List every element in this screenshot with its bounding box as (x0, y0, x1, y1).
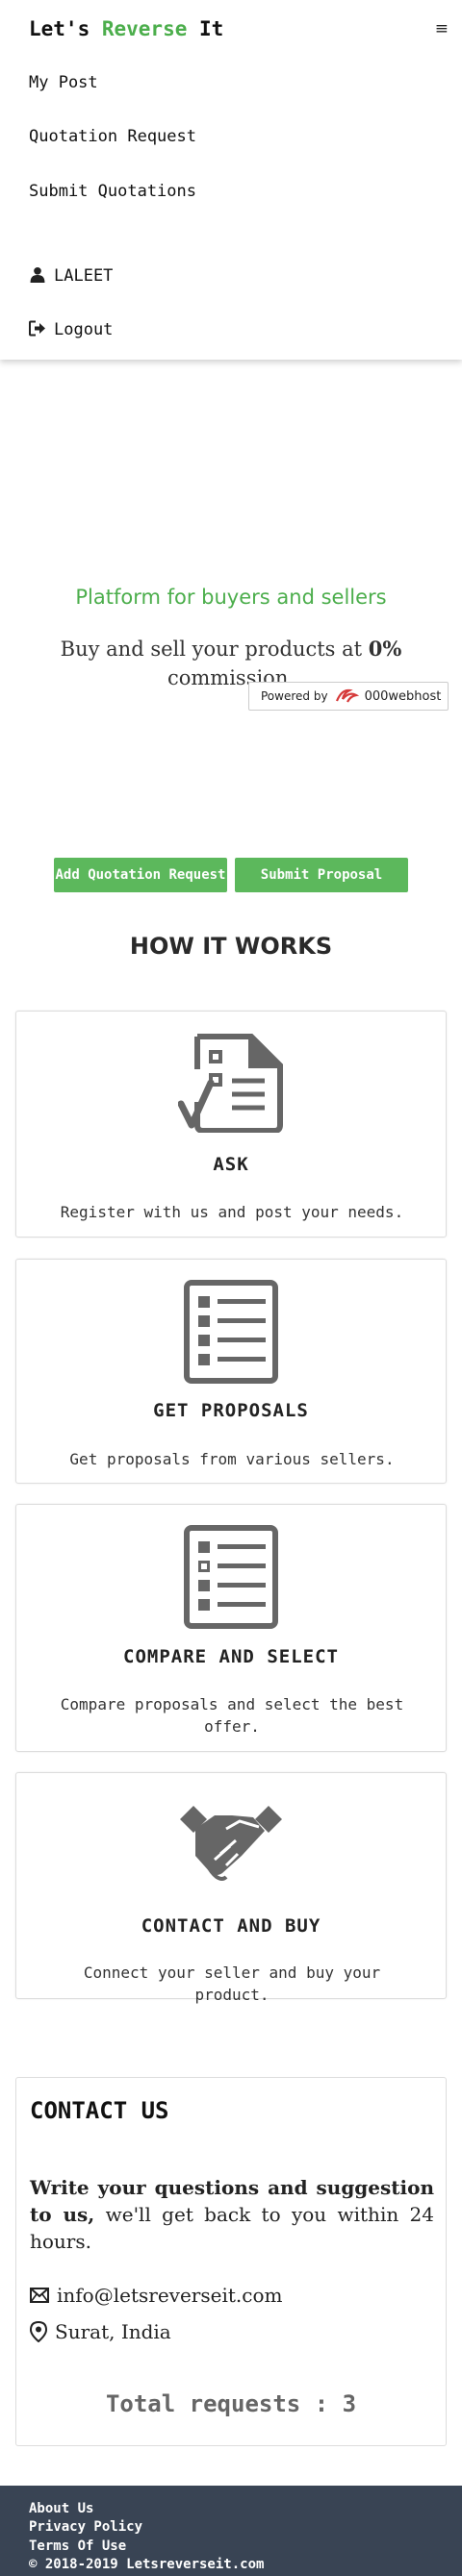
logout-icon (29, 320, 45, 337)
map-marker-icon (30, 2321, 47, 2342)
powered-by-label: Powered by (261, 689, 328, 703)
envelope-icon (30, 2288, 49, 2303)
powered-by-host: 000webhost (364, 688, 442, 704)
brand-text-3: It (187, 17, 224, 40)
powered-by-badge[interactable]: Powered by 000webhost (248, 682, 449, 711)
footer: About Us Privacy Policy Terms Of Use © 2… (0, 2486, 462, 2576)
footer-terms-link[interactable]: Terms Of Use (29, 2538, 126, 2554)
contact-section: CONTACT US Write your questions and sugg… (15, 2077, 447, 2446)
contact-message: Write your questions and suggestion to u… (30, 2174, 434, 2255)
user-icon (30, 266, 45, 283)
contact-location-text: Surat, India (55, 2320, 171, 2343)
step-title: ASK (213, 1154, 249, 1175)
step-text: Compare proposals and select the best of… (60, 1695, 404, 1736)
step-card-get-proposals: GET PROPOSALS Get proposals from various… (15, 1259, 447, 1484)
step-text: Connect your seller and buy your product… (83, 1963, 381, 2004)
nav-item-my-post[interactable]: My Post (29, 73, 98, 92)
footer-copyright: © 2018-2019 Letsreverseit.com (29, 2557, 265, 2572)
contact-email-text: info@letsreverseit.com (57, 2284, 283, 2307)
step-text: Register with us and post your needs. (60, 1203, 404, 1221)
step-text: Get proposals from various sellers. (69, 1450, 395, 1468)
hero-subtitle-text: Buy and sell your products at (60, 638, 369, 661)
step-card-contact-and-buy: CONTACT AND BUY Connect your seller and … (15, 1772, 447, 2004)
step-title: CONTACT AND BUY (141, 1915, 321, 1937)
handshake-icon (180, 1806, 282, 1881)
footer-about-link[interactable]: About Us (29, 2501, 93, 2516)
nav-item-logout[interactable]: Logout (29, 320, 113, 339)
checklist-icon (184, 1525, 278, 1629)
brand-logo[interactable]: Let's Reverse It (29, 17, 223, 40)
logout-label: Logout (54, 320, 114, 339)
submit-proposal-button[interactable]: Submit Proposal (235, 858, 408, 892)
add-quotation-request-button[interactable]: Add Quotation Request (54, 858, 227, 892)
nav-item-user[interactable]: LALEET (29, 266, 113, 286)
hamburger-menu-icon[interactable]: ≡ (435, 19, 449, 38)
contact-title: CONTACT US (30, 2097, 169, 2124)
user-name: LALEET (54, 266, 114, 286)
brand-text-1: Let's (29, 17, 102, 40)
step-title: COMPARE AND SELECT (123, 1646, 339, 1667)
contact-location: Surat, India (30, 2320, 171, 2343)
webhost-logo-icon (335, 688, 359, 703)
nav-item-submit-quotations[interactable]: Submit Quotations (29, 182, 196, 201)
step-card-ask: ASK Register with us and post your needs… (15, 1011, 447, 1238)
nav-item-quotation-request[interactable]: Quotation Request (29, 127, 196, 146)
hero-subtitle-bold: 0% (368, 637, 402, 661)
document-check-icon (178, 1034, 283, 1133)
contact-email[interactable]: info@letsreverseit.com (30, 2284, 282, 2307)
step-card-compare-and-select: COMPARE AND SELECT Compare proposals and… (15, 1504, 447, 1752)
total-requests: Total requests : 3 (105, 2390, 357, 2417)
hero-title: Platform for buyers and sellers (75, 586, 387, 609)
list-icon (184, 1280, 278, 1384)
step-title: GET PROPOSALS (153, 1400, 309, 1421)
navbar: Let's Reverse It ≡ My Post Quotation Req… (0, 0, 462, 360)
how-it-works-heading: HOW IT WORKS (129, 933, 333, 960)
brand-text-2: Reverse (101, 17, 188, 40)
footer-privacy-link[interactable]: Privacy Policy (29, 2519, 142, 2535)
